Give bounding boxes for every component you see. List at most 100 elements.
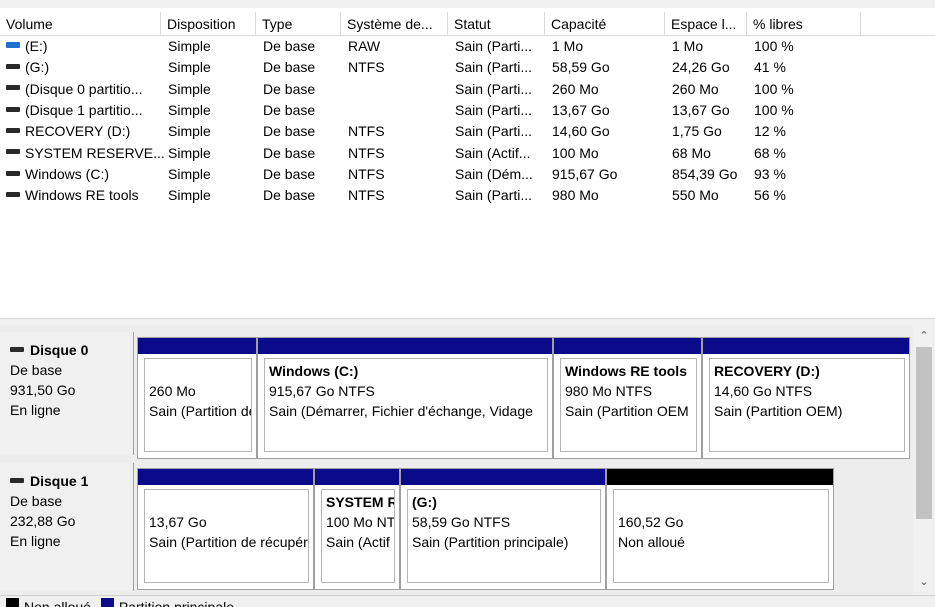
cell-capacity: 58,59 Go [552,57,610,78]
disk-1-size: 232,88 Go [10,513,76,529]
table-row[interactable]: (G:) Simple De base NTFS Sain (Parti... 58,59… [0,57,935,78]
volume-list[interactable]: Volume Disposition Type Système de... St… [0,8,935,318]
cell-text: Simple [168,144,211,161]
cell-volume-name: SYSTEM RESERVE... [6,143,165,164]
cell-text: Sain (Dém... [455,165,533,182]
partition-type-bar [138,338,256,354]
cell-type: De base [263,185,315,206]
cell-text: De base [263,101,316,118]
cell-text: Sain (Parti... [455,59,533,76]
cell-text: 56 % [754,187,786,204]
cell-text: De base [263,165,316,182]
partition-status: Sain (Partition OEM) [714,403,843,419]
cell-disposition: Simple [168,185,211,206]
scrollbar-thumb[interactable] [916,347,932,519]
cell-filesystem: NTFS [348,57,385,78]
partition-g[interactable]: (G:) 58,59 Go NTFS Sain (Partition princ… [400,468,606,590]
cell-text: 1 Mo [552,38,584,54]
disk-1-info[interactable]: Disque 1 De base 232,88 Go En ligne [0,463,134,591]
disk-0-info[interactable]: Disque 0 De base 931,50 Go En ligne [0,332,134,455]
table-row[interactable]: Windows (C:) Simple De base NTFS Sain (Dém..… [0,164,935,185]
column-header-percent-free[interactable]: % libres [747,12,861,36]
cell-text: 1 Mo [672,38,704,54]
cell-free-space: 854,39 Go [672,164,737,185]
cell-disposition: Simple [168,79,211,100]
partition-system-reserved[interactable]: SYSTEM RESERVED 100 Mo NTFS Sain (Actif [314,468,400,590]
cell-text: 915,67 Go [552,165,618,182]
cell-text: 550 Mo [672,187,719,204]
partition-title: Windows RE tools [565,363,687,379]
scroll-up-icon[interactable]: ⌃ [913,327,935,345]
cell-free-space: 13,67 Go [672,100,730,121]
partition-unallocated[interactable]: 160,52 Go Non alloué [606,468,834,590]
column-header-free-space[interactable]: Espace l... [665,12,747,36]
cell-text: RAW [348,38,381,54]
cell-text: 12 % [754,123,786,140]
table-row[interactable]: (Disque 0 partitio... Simple De base Sain (… [0,79,935,100]
disk-icon [10,346,24,352]
cell-percent-free: 100 % [754,100,794,121]
table-row[interactable]: (E:) Simple De base RAW Sain (Parti... 1 Mo 1 … [0,36,935,57]
partition-status: Sain (Démarrer, Fichier d'échange, Vidag… [269,403,533,419]
partition-status: Sain (Partition de récupération) [149,403,251,419]
partition-disk0-recovery[interactable]: 260 Mo Sain (Partition de récupération) [137,337,257,459]
cell-percent-free: 68 % [754,143,786,164]
cell-free-space: 1 Mo [672,36,703,57]
cell-text: Sain (Parti... [455,187,533,204]
cell-text: Simple [168,165,211,182]
cell-filesystem: NTFS [348,185,385,206]
partition-status: Sain (Partition OEM [565,403,689,419]
column-header-empty [861,12,935,36]
cell-text: 24,26 Go [672,59,730,76]
cell-volume-name: (E:) [6,36,48,57]
cell-type: De base [263,121,315,142]
cell-status: Sain (Parti... [455,185,532,206]
cell-text: De base [263,80,316,97]
cell-text: 68 Mo [672,144,711,161]
column-header-disposition[interactable]: Disposition [161,12,256,36]
scroll-down-icon[interactable]: ⌄ [913,573,935,591]
cell-status: Sain (Parti... [455,79,532,100]
cell-status: Sain (Parti... [455,121,532,142]
partition-recovery-d[interactable]: RECOVERY (D:) 14,60 Go NTFS Sain (Partit… [702,337,910,459]
partition-disk1-recovery[interactable]: 13,67 Go Sain (Partition de récupération… [137,468,314,590]
partition-body: 260 Mo Sain (Partition de récupération) [144,358,252,452]
column-header-status[interactable]: Statut [448,12,545,36]
cell-text: De base [263,38,316,54]
cell-text: 13,67 Go [672,101,730,118]
cell-volume-name: Windows RE tools [6,185,139,206]
cell-free-space: 260 Mo [672,79,719,100]
cell-capacity: 14,60 Go [552,121,610,142]
cell-disposition: Simple [168,164,211,185]
disk-1-name: Disque 1 [30,473,89,489]
partition-size: 980 Mo NTFS [565,383,653,399]
cell-type: De base [263,100,315,121]
column-header-type[interactable]: Type [256,12,341,36]
column-header-capacity[interactable]: Capacité [545,12,665,36]
table-row[interactable]: Windows RE tools Simple De base NTFS Sain (P… [0,185,935,206]
partition-size: 58,59 Go NTFS [412,514,511,530]
disk-icon [6,149,20,155]
table-row[interactable]: RECOVERY (D:) Simple De base NTFS Sain (Part… [0,121,935,142]
partition-windows-re-tools[interactable]: Windows RE tools 980 Mo NTFS Sain (Parti… [553,337,702,459]
cell-filesystem: RAW [348,36,380,57]
partition-size: 260 Mo [149,383,196,399]
cell-text: Sain (Parti... [455,123,533,140]
cell-type: De base [263,164,315,185]
table-row[interactable]: SYSTEM RESERVE... Simple De base NTFS Sain (… [0,143,935,164]
column-header-volume[interactable]: Volume [0,12,161,36]
cell-percent-free: 100 % [754,79,794,100]
disk-graphical-view[interactable]: Disque 0 De base 931,50 Go En ligne 260 … [0,325,913,595]
cell-text: NTFS [348,59,385,76]
table-row[interactable]: (Disque 1 partitio... Simple De base Sain (… [0,100,935,121]
cell-text: Sain (Actif... [455,144,531,161]
cell-disposition: Simple [168,36,211,57]
cell-text: 58,59 Go [552,59,610,76]
cell-text: (E:) [25,38,48,54]
partition-title: (G:) [412,494,437,510]
partition-windows-c[interactable]: Windows (C:) 915,67 Go NTFS Sain (Démarr… [257,337,553,459]
column-header-filesystem[interactable]: Système de... [341,12,448,36]
cell-capacity: 13,67 Go [552,100,610,121]
cell-capacity: 980 Mo [552,185,599,206]
vertical-scrollbar[interactable]: ⌃ ⌄ [913,325,935,595]
